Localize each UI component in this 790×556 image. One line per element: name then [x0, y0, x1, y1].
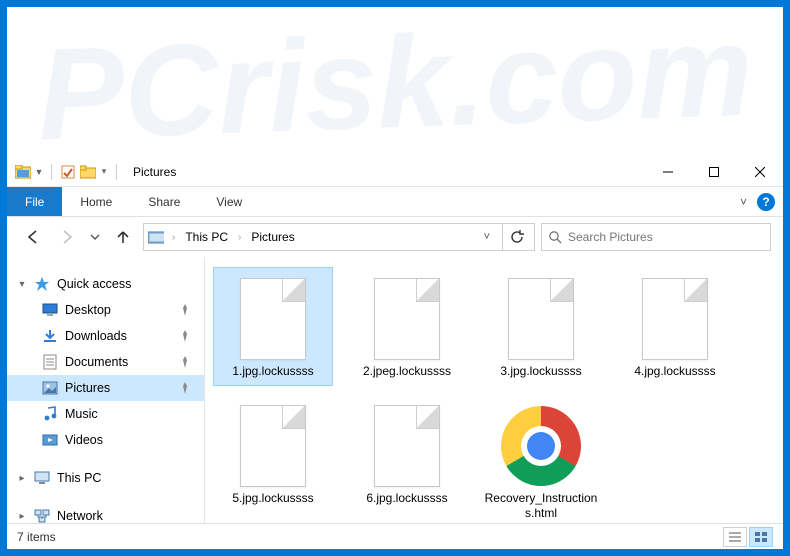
tree-music[interactable]: Music — [7, 401, 204, 427]
blank-file-icon — [233, 401, 313, 491]
file-item[interactable]: 4.jpg.lockussss — [615, 267, 735, 386]
blank-file-icon — [367, 274, 447, 364]
blank-file-icon — [501, 274, 581, 364]
quick-access-icon — [33, 275, 51, 293]
tree-quick-access[interactable]: ▾ Quick access — [7, 271, 204, 297]
ribbon: File Home Share View ˅ ? — [7, 187, 783, 217]
qat-separator-2 — [116, 164, 117, 180]
tree-label: Network — [57, 509, 103, 523]
search-input[interactable]: Search Pictures — [541, 223, 771, 251]
pin-icon — [180, 330, 204, 342]
nav-up-button[interactable] — [109, 223, 137, 251]
this-pc-icon — [33, 469, 51, 487]
file-name: 4.jpg.lockussss — [634, 364, 715, 379]
search-placeholder: Search Pictures — [568, 230, 653, 244]
tree-label: This PC — [57, 471, 101, 485]
refresh-button[interactable] — [502, 223, 530, 251]
tree-pictures[interactable]: Pictures — [7, 375, 204, 401]
tree-label: Desktop — [65, 303, 111, 317]
tree-documents[interactable]: Documents — [7, 349, 204, 375]
breadcrumb-sep-icon[interactable]: › — [168, 232, 179, 243]
qat-overflow-icon[interactable]: ▾ — [100, 164, 108, 180]
file-item[interactable]: 5.jpg.lockussss — [213, 394, 333, 523]
file-name: Recovery_Instructions.html — [484, 491, 598, 521]
tree-this-pc[interactable]: ▸ This PC — [7, 465, 204, 491]
videos-icon — [41, 431, 59, 449]
pictures-icon — [41, 379, 59, 397]
breadcrumb-this-pc[interactable]: This PC — [183, 230, 230, 244]
tree-desktop[interactable]: Desktop — [7, 297, 204, 323]
ribbon-tab-share[interactable]: Share — [130, 187, 198, 216]
address-dropdown-icon[interactable]: ˅ — [484, 231, 490, 243]
qat-separator — [51, 164, 52, 180]
tree-label: Videos — [65, 433, 103, 447]
nav-recent-button[interactable] — [87, 223, 103, 251]
ribbon-expand-icon[interactable]: ˅ — [740, 195, 747, 209]
close-button[interactable] — [737, 157, 783, 187]
file-item[interactable]: 2.jpeg.lockussss — [347, 267, 467, 386]
qat-newfolder-icon[interactable] — [80, 164, 96, 180]
qat-dropdown-icon[interactable]: ▼ — [35, 164, 43, 180]
breadcrumb-sep-icon[interactable]: › — [234, 232, 245, 243]
tree-network[interactable]: ▸ Network — [7, 503, 204, 523]
pin-icon — [180, 356, 204, 368]
nav-pane: ▾ Quick access Desktop Downloads Documen… — [7, 257, 205, 523]
file-name: 3.jpg.lockussss — [500, 364, 581, 379]
blank-file-icon — [635, 274, 715, 364]
file-item[interactable]: Recovery_Instructions.html — [481, 394, 601, 523]
items-view[interactable]: 1.jpg.lockussss 2.jpeg.lockussss 3.jpg.loc… — [205, 257, 783, 523]
chevron-right-icon[interactable]: ▸ — [17, 473, 27, 484]
search-icon — [548, 230, 562, 244]
pin-icon — [180, 304, 204, 316]
chevron-down-icon[interactable]: ▾ — [17, 279, 27, 290]
view-details-button[interactable] — [723, 527, 747, 547]
tree-downloads[interactable]: Downloads — [7, 323, 204, 349]
status-item-count: 7 items — [17, 530, 56, 544]
tree-label: Documents — [65, 355, 128, 369]
file-name: 2.jpeg.lockussss — [363, 364, 451, 379]
window-title: Pictures — [133, 165, 176, 179]
qat-properties-icon[interactable] — [60, 164, 76, 180]
minimize-button[interactable] — [645, 157, 691, 187]
tree-label: Music — [65, 407, 98, 421]
breadcrumb-pictures[interactable]: Pictures — [249, 230, 296, 244]
chevron-right-icon[interactable]: ▸ — [17, 511, 27, 522]
file-name: 6.jpg.lockussss — [366, 491, 447, 506]
chrome-icon — [501, 401, 581, 491]
maximize-button[interactable] — [691, 157, 737, 187]
file-item[interactable]: 6.jpg.lockussss — [347, 394, 467, 523]
music-icon — [41, 405, 59, 423]
tree-label: Downloads — [65, 329, 127, 343]
file-item[interactable]: 1.jpg.lockussss — [213, 267, 333, 386]
ribbon-file-tab[interactable]: File — [7, 187, 62, 216]
downloads-icon — [41, 327, 59, 345]
file-item[interactable]: 3.jpg.lockussss — [481, 267, 601, 386]
status-bar: 7 items — [7, 523, 783, 549]
desktop-icon — [41, 301, 59, 319]
watermark-text: PCrisk.com — [5, 0, 786, 170]
tree-videos[interactable]: Videos — [7, 427, 204, 453]
help-icon[interactable]: ? — [757, 193, 775, 211]
address-location-icon — [148, 229, 164, 245]
explorer-icon[interactable] — [15, 164, 31, 180]
ribbon-tab-view[interactable]: View — [198, 187, 260, 216]
tree-label: Quick access — [57, 277, 131, 291]
blank-file-icon — [367, 401, 447, 491]
blank-file-icon — [233, 274, 313, 364]
address-bar[interactable]: › This PC › Pictures ˅ — [143, 223, 535, 251]
tree-label: Pictures — [65, 381, 110, 395]
nav-forward-button[interactable] — [53, 223, 81, 251]
navbar: › This PC › Pictures ˅ Search Pictures — [7, 217, 783, 257]
network-icon — [33, 507, 51, 523]
pin-icon — [180, 382, 204, 394]
file-name: 5.jpg.lockussss — [232, 491, 313, 506]
ribbon-tab-home[interactable]: Home — [62, 187, 130, 216]
documents-icon — [41, 353, 59, 371]
nav-back-button[interactable] — [19, 223, 47, 251]
file-name: 1.jpg.lockussss — [232, 364, 313, 379]
view-large-icons-button[interactable] — [749, 527, 773, 547]
titlebar: ▼ ▾ Pictures — [7, 157, 783, 187]
